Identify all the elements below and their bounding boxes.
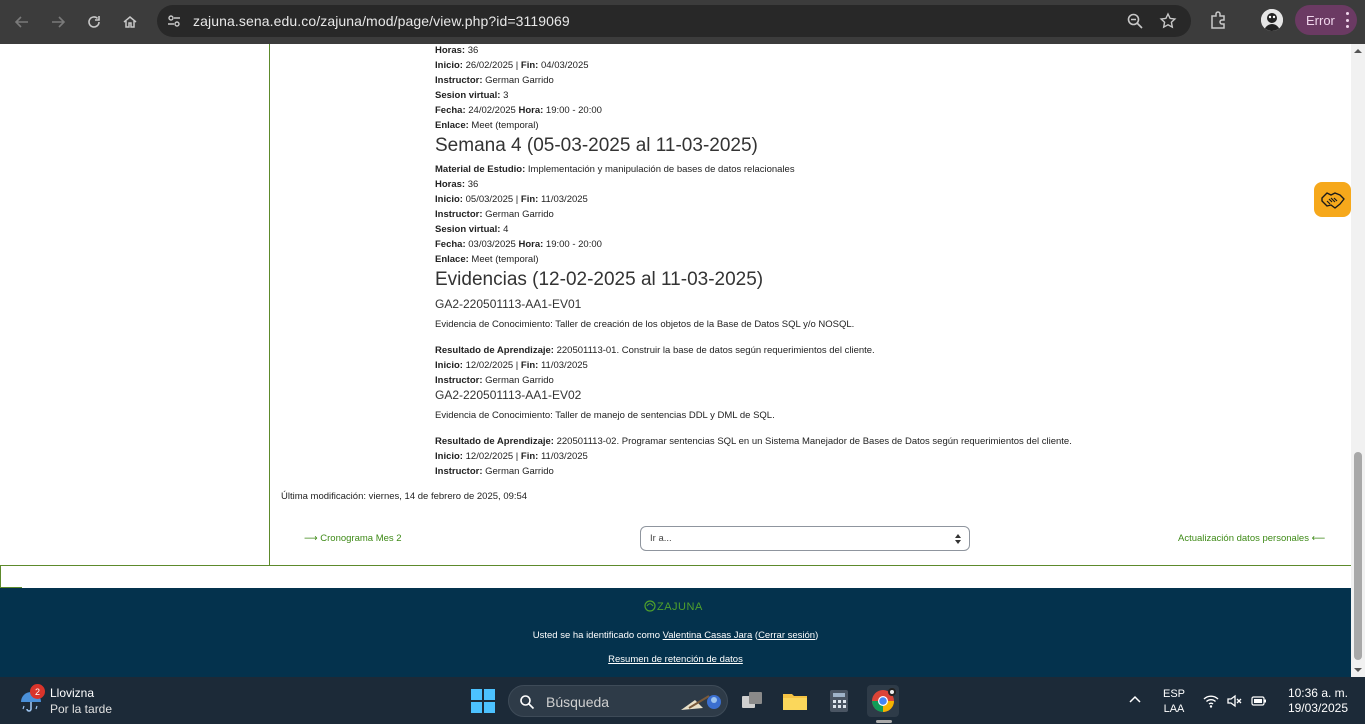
zoom-icon[interactable]	[1126, 12, 1144, 30]
clock-date: 19/03/2025	[1287, 701, 1348, 715]
data-retention-link[interactable]: Resumen de retención de datos	[608, 654, 743, 665]
evidencia-1-instructor: Instructor: German Garrido	[435, 375, 554, 386]
profile-error-label: Error	[1306, 12, 1335, 28]
evidencia-1-code: GA2-220501113-AA1-EV01	[435, 297, 582, 311]
windows-taskbar: 2 Llovizna Por la tarde Búsqueda ESP LAA…	[0, 677, 1365, 724]
s3-instructor: Instructor: German Garrido	[435, 75, 554, 86]
windows-start-icon[interactable]	[471, 689, 495, 713]
site-settings-icon[interactable]	[166, 13, 182, 29]
keyboard-layout: LAA	[1163, 703, 1185, 715]
search-placeholder: Búsqueda	[546, 694, 610, 710]
scroll-up-arrow-icon[interactable]	[1354, 47, 1362, 55]
scroll-down-arrow-icon[interactable]	[1354, 666, 1362, 674]
home-icon[interactable]	[116, 8, 144, 36]
handshake-help-button[interactable]	[1314, 182, 1351, 217]
extensions-icon[interactable]	[1208, 10, 1228, 30]
evidencia-1-description: Evidencia de Conocimiento: Taller de cre…	[435, 319, 855, 330]
browser-toolbar: zajuna.sena.edu.co/zajuna/mod/page/view.…	[0, 0, 1365, 44]
evidencia-1-resultado: Resultado de Aprendizaje: 220501113-01. …	[435, 345, 875, 356]
select-arrows-icon	[955, 534, 961, 544]
logout-link[interactable]: Cerrar sesión	[758, 630, 815, 641]
clock-time: 10:36 a. m.	[1287, 686, 1348, 700]
s4-horas: Horas: 36	[435, 179, 479, 190]
profile-error-button[interactable]: Error	[1295, 5, 1357, 35]
site-footer: ZAJUNA Usted se ha identificado como Val…	[0, 588, 1351, 677]
volume-muted-icon[interactable]	[1227, 693, 1243, 709]
s3-inicio-fin: Inicio: 26/02/2025 | Fin: 04/03/2025	[435, 60, 589, 71]
s4-fecha-hora: Fecha: 03/03/2025 Hora: 19:00 - 20:00	[435, 239, 602, 250]
url-text[interactable]: zajuna.sena.edu.co/zajuna/mod/page/view.…	[193, 13, 570, 29]
s3-fecha-hora: Fecha: 24/02/2025 Hora: 19:00 - 20:00	[435, 105, 602, 116]
taskbar-search[interactable]: Búsqueda	[508, 685, 728, 717]
s3-horas: Horas: 36	[435, 45, 479, 56]
user-profile-link[interactable]: Valentina Casas Jara	[663, 630, 753, 641]
handshake-icon	[1320, 191, 1345, 209]
main-content-frame	[269, 44, 1351, 565]
reload-icon[interactable]	[80, 8, 108, 36]
chrome-running-indicator	[876, 720, 892, 723]
evidencias-heading: Evidencias (12-02-2025 al 11-03-2025)	[435, 269, 764, 290]
s4-sesion: Sesion virtual: 4	[435, 224, 509, 235]
language-code: ESP	[1162, 688, 1185, 700]
show-hidden-icons-chevron-icon[interactable]	[1128, 693, 1142, 707]
semana4-heading: Semana 4 (05-03-2025 al 11-03-2025)	[435, 135, 758, 156]
input-language[interactable]: ESP LAA	[1160, 687, 1188, 717]
jump-to-select-value: Ir a...	[650, 533, 672, 544]
data-retention-row: Resumen de retención de datos	[0, 654, 1351, 665]
search-highlight-icon	[681, 695, 721, 710]
zajuna-logo: ZAJUNA	[644, 600, 703, 613]
more-menu-icon[interactable]	[1345, 12, 1349, 28]
prev-activity-link[interactable]: ⟶ Cronograma Mes 2	[304, 533, 402, 544]
page-viewport: Horas: 36 Inicio: 26/02/2025 | Fin: 04/0…	[0, 44, 1351, 677]
evidencia-2-code: GA2-220501113-AA1-EV02	[435, 388, 582, 402]
frame-gap	[0, 566, 1351, 588]
battery-icon[interactable]	[1251, 693, 1267, 709]
s4-enlace[interactable]: Enlace: Meet (temporal)	[435, 254, 538, 265]
next-activity-link[interactable]: Actualización datos personales ⟵	[1178, 533, 1325, 544]
wifi-icon[interactable]	[1203, 693, 1219, 709]
bookmark-star-icon[interactable]	[1159, 12, 1177, 30]
search-icon	[520, 695, 535, 710]
svg-text:ZAJUNA: ZAJUNA	[657, 601, 703, 613]
scrollbar-thumb[interactable]	[1354, 452, 1362, 660]
evidencia-2-inicio-fin: Inicio: 12/02/2025 | Fin: 11/03/2025	[435, 451, 588, 462]
evidencia-2-description: Evidencia de Conocimiento: Taller de man…	[435, 410, 775, 421]
s4-inicio-fin: Inicio: 05/03/2025 | Fin: 11/03/2025	[435, 194, 588, 205]
evidencia-2-resultado: Resultado de Aprendizaje: 220501113-02. …	[435, 436, 1072, 447]
file-explorer-icon[interactable]	[779, 685, 811, 717]
jump-to-select[interactable]: Ir a...	[640, 526, 970, 551]
s4-material: Material de Estudio: Implementación y ma…	[435, 164, 795, 175]
s3-enlace[interactable]: Enlace: Meet (temporal)	[435, 120, 538, 131]
weather-condition[interactable]: Llovizna	[50, 686, 94, 700]
last-modified: Última modificación: viernes, 14 de febr…	[281, 491, 528, 502]
system-clock[interactable]: 10:36 a. m. 19/03/2025	[1280, 686, 1348, 716]
evidencia-1-inicio-fin: Inicio: 12/02/2025 | Fin: 11/03/2025	[435, 360, 588, 371]
profile-avatar[interactable]	[1261, 9, 1283, 31]
calculator-icon[interactable]	[823, 685, 855, 717]
address-bar[interactable]: zajuna.sena.edu.co/zajuna/mod/page/view.…	[157, 5, 1191, 37]
weather-period[interactable]: Por la tarde	[50, 702, 112, 716]
back-arrow-icon[interactable]	[8, 8, 36, 36]
page-scrollbar[interactable]	[1351, 44, 1365, 677]
task-view-icon[interactable]	[736, 685, 768, 717]
chrome-icon[interactable]	[867, 685, 899, 717]
weather-notification-badge: 2	[30, 684, 45, 699]
evidencia-2-instructor: Instructor: German Garrido	[435, 466, 554, 477]
s4-instructor: Instructor: German Garrido	[435, 209, 554, 220]
s3-sesion: Sesion virtual: 3	[435, 90, 509, 101]
forward-arrow-icon[interactable]	[44, 8, 72, 36]
login-info: Usted se ha identificado como Valentina …	[532, 630, 819, 641]
